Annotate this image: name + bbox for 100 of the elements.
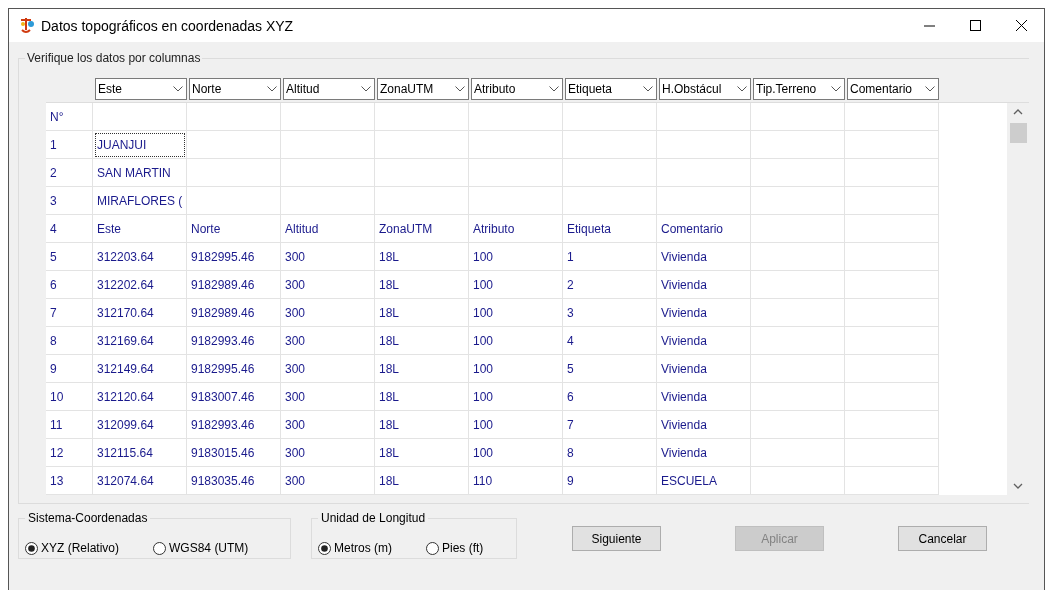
column-dropdown[interactable]: Etiqueta [565,78,657,100]
table-cell[interactable]: 110 [469,467,563,495]
table-cell[interactable] [751,159,845,187]
table-cell[interactable]: 9182993.46 [187,411,281,439]
table-cell[interactable]: 9183015.46 [187,439,281,467]
table-cell[interactable]: Vivienda [657,411,751,439]
table-cell[interactable]: 300 [281,383,375,411]
table-cell[interactable]: MIRAFLORES ( [93,187,187,215]
table-cell[interactable] [845,299,939,327]
column-dropdown[interactable]: Tip.Terreno [753,78,845,100]
column-dropdown[interactable]: Atributo [471,78,563,100]
table-cell[interactable] [845,355,939,383]
table-cell[interactable]: Vivienda [657,383,751,411]
table-cell[interactable] [375,159,469,187]
table-cell[interactable] [375,103,469,131]
table-cell[interactable] [751,271,845,299]
table-cell[interactable]: Este [93,215,187,243]
table-cell[interactable] [563,131,657,159]
table-cell[interactable] [845,467,939,495]
table-cell[interactable]: 312115.64 [93,439,187,467]
column-dropdown[interactable]: H.Obstácul [659,78,751,100]
table-cell[interactable]: 9182995.46 [187,355,281,383]
table-cell[interactable]: 1 [563,243,657,271]
table-cell[interactable]: 18L [375,467,469,495]
table-cell[interactable]: 100 [469,243,563,271]
table-cell[interactable]: SAN MARTIN [93,159,187,187]
table-cell[interactable] [563,187,657,215]
table-cell[interactable]: 9 [563,467,657,495]
table-cell[interactable]: 100 [469,327,563,355]
table-cell[interactable] [751,439,845,467]
table-cell[interactable]: 312120.64 [93,383,187,411]
table-cell[interactable] [845,159,939,187]
table-cell[interactable]: 300 [281,439,375,467]
table-cell[interactable] [469,131,563,159]
table-cell[interactable]: 6 [563,383,657,411]
table-cell[interactable]: 300 [281,355,375,383]
table-cell[interactable]: 300 [281,411,375,439]
table-cell[interactable]: JUANJUI [93,131,187,159]
table-cell[interactable]: 312203.64 [93,243,187,271]
table-cell[interactable] [657,159,751,187]
maximize-icon[interactable] [969,20,981,31]
table-cell[interactable]: 4 [563,327,657,355]
table-cell[interactable] [751,215,845,243]
table-cell[interactable]: 18L [375,439,469,467]
column-dropdown[interactable]: ZonaUTM [377,78,469,100]
table-cell[interactable]: 312169.64 [93,327,187,355]
radio-option[interactable]: WGS84 (UTM) [153,541,249,555]
column-dropdown[interactable]: Norte [189,78,281,100]
table-cell[interactable] [469,159,563,187]
column-dropdown[interactable]: Comentario [847,78,939,100]
radio-option[interactable]: Pies (ft) [426,541,484,555]
table-cell[interactable] [751,467,845,495]
table-cell[interactable]: 300 [281,467,375,495]
table-cell[interactable]: 9182989.46 [187,299,281,327]
table-cell[interactable]: Vivienda [657,439,751,467]
table-cell[interactable]: 100 [469,439,563,467]
minimize-icon[interactable] [923,24,935,27]
table-cell[interactable]: 5 [563,355,657,383]
table-cell[interactable]: 2 [563,271,657,299]
table-cell[interactable] [375,131,469,159]
table-cell[interactable] [845,439,939,467]
table-cell[interactable]: 9182993.46 [187,327,281,355]
table-cell[interactable]: 300 [281,327,375,355]
dialog-button[interactable]: Siguiente [572,526,661,551]
table-cell[interactable] [845,103,939,131]
table-cell[interactable] [187,187,281,215]
column-dropdown[interactable]: Altitud [283,78,375,100]
table-cell[interactable]: Vivienda [657,327,751,355]
table-cell[interactable] [281,159,375,187]
table-cell[interactable] [845,215,939,243]
table-cell[interactable]: 100 [469,383,563,411]
table-cell[interactable]: 312074.64 [93,467,187,495]
table-cell[interactable]: Norte [187,215,281,243]
table-cell[interactable]: 9183035.46 [187,467,281,495]
table-cell[interactable] [751,299,845,327]
table-cell[interactable]: 300 [281,243,375,271]
table-cell[interactable]: 312202.64 [93,271,187,299]
table-cell[interactable]: Vivienda [657,299,751,327]
table-cell[interactable]: 300 [281,271,375,299]
table-cell[interactable] [563,103,657,131]
table-cell[interactable]: 300 [281,299,375,327]
table-cell[interactable]: ESCUELA [657,467,751,495]
table-cell[interactable]: Comentario [657,215,751,243]
table-cell[interactable]: 18L [375,271,469,299]
close-icon[interactable] [1015,20,1027,31]
table-cell[interactable]: Vivienda [657,243,751,271]
table-cell[interactable] [751,355,845,383]
table-cell[interactable]: 7 [563,411,657,439]
table-cell[interactable] [187,159,281,187]
table-cell[interactable] [281,187,375,215]
table-cell[interactable] [187,131,281,159]
table-cell[interactable]: 312170.64 [93,299,187,327]
table-cell[interactable] [469,103,563,131]
table-cell[interactable]: 18L [375,299,469,327]
table-cell[interactable]: 3 [563,299,657,327]
table-cell[interactable]: 9182995.46 [187,243,281,271]
table-cell[interactable]: Vivienda [657,271,751,299]
table-cell[interactable]: 9183007.46 [187,383,281,411]
table-cell[interactable]: 100 [469,299,563,327]
table-cell[interactable]: 18L [375,411,469,439]
